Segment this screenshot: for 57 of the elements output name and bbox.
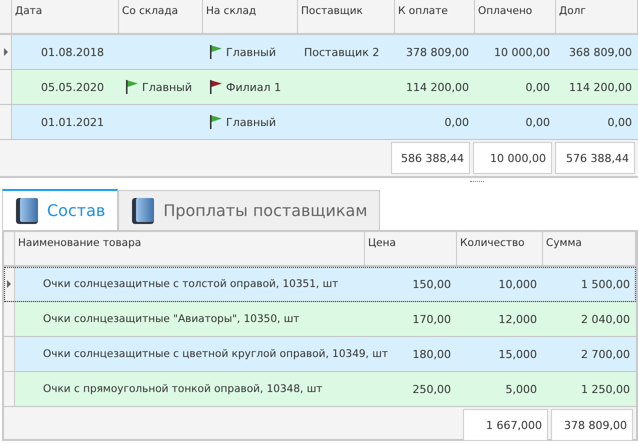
row-indicator-icon [7, 280, 11, 288]
table-cell: 12,000 [498, 312, 537, 326]
book-icon [15, 196, 39, 224]
table-cell: 2 700,00 [581, 348, 630, 360]
row-header[interactable] [4, 267, 15, 301]
column-header[interactable]: Со склада [122, 5, 178, 17]
column-header[interactable]: Поставщик [301, 5, 363, 17]
column-header[interactable]: Долг [559, 5, 586, 17]
column-header[interactable]: Цена [368, 237, 396, 249]
column-header[interactable]: Наименование товара [18, 237, 142, 249]
table-cell: 0,00 [526, 80, 550, 94]
table-cell: 0,00 [608, 116, 632, 128]
row-indicator-icon [4, 48, 8, 56]
table-cell: 2 040,00 [581, 312, 630, 326]
table-cell: 1 250,00 [581, 382, 630, 396]
table-cell: 0,00 [526, 116, 550, 128]
table-cell: 1 500,00 [581, 278, 630, 290]
table-cell: Очки солнцезащитные с цветной круглой оправой, 10349, шт [43, 348, 388, 360]
column-header[interactable]: Количество [460, 237, 525, 249]
tab[interactable]: Проплаты поставщикам [118, 190, 380, 230]
table-cell: 250,00 [412, 382, 451, 396]
table-cell: Поставщик 2 [304, 46, 380, 58]
column-header[interactable]: На склад [206, 5, 256, 17]
column-header[interactable]: К оплате [398, 5, 448, 17]
table-cell: 378 809,00 [406, 46, 469, 58]
total-field: 1 667,000 [463, 409, 548, 441]
table-cell: 180,00 [412, 348, 451, 360]
table-cell: 15,000 [498, 348, 537, 360]
row-header[interactable] [0, 35, 12, 69]
table-cell: 150,00 [412, 278, 451, 290]
table-cell: Главный [209, 114, 276, 130]
table-cell: 05.05.2020 [41, 80, 104, 94]
column-header[interactable]: Дата [15, 5, 42, 17]
table-cell: Очки солнцезащитные "Авиаторы", 10350, шт [43, 313, 300, 325]
table-cell: 01.08.2018 [41, 46, 104, 58]
table-cell: Главный [209, 44, 276, 60]
table-cell: 5,000 [506, 382, 537, 396]
splitter-handle[interactable] [470, 181, 484, 182]
table-cell: 01.01.2021 [41, 116, 104, 128]
table-cell: 0,00 [444, 116, 469, 128]
total-field: 10 000,00 [473, 142, 552, 174]
total-field: 586 388,44 [391, 142, 470, 174]
table-cell: 10,000 [498, 278, 537, 290]
table-cell: Очки солнцезащитные с толстой оправой, 10351, шт [43, 278, 338, 290]
table-cell: 114 200,00 [406, 80, 469, 94]
table-cell: 10 000,00 [494, 46, 550, 58]
column-header[interactable]: Сумма [546, 237, 582, 249]
table-cell: Главный [125, 79, 192, 95]
table-cell: 368 809,00 [569, 46, 632, 58]
table-cell: Филиал 1 [209, 79, 282, 95]
table-cell: 170,00 [412, 312, 451, 326]
total-field: 378 809,00 [551, 409, 633, 441]
table-cell: Очки с прямоугольной тонкой оправой, 10348, шт [43, 383, 322, 395]
book-icon [131, 196, 156, 224]
table-cell: 114 200,00 [569, 80, 632, 94]
column-header[interactable]: Оплачено [478, 5, 532, 17]
total-field: 576 388,44 [555, 142, 635, 174]
